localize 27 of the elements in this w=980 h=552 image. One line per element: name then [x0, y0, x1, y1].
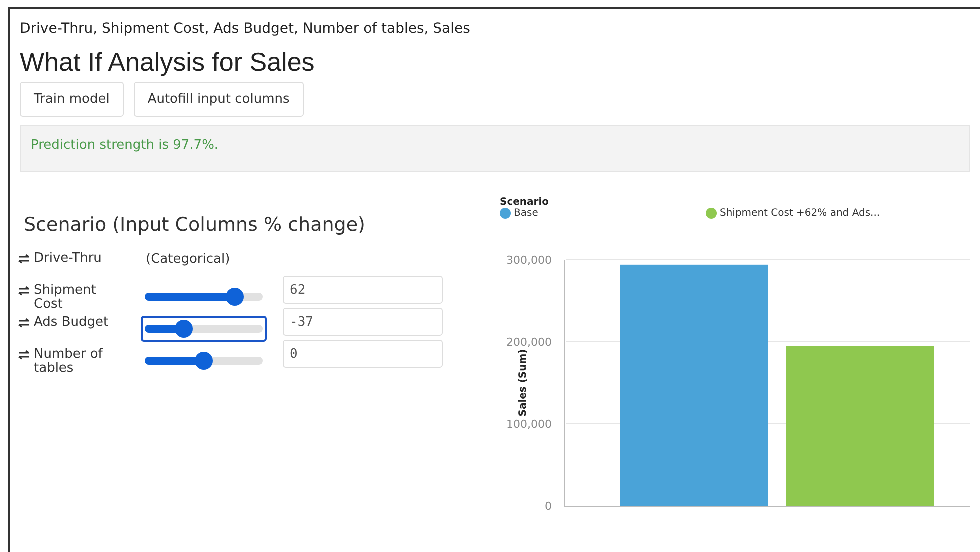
- columns-line: Drive-Thru, Shipment Cost, Ads Budget, Number of tables, Sales: [20, 21, 472, 37]
- column-label: Number of tables: [34, 348, 104, 376]
- y-axis-title: Sales (Sum): [518, 349, 529, 417]
- page-title: What If Analysis for Sales: [20, 47, 316, 78]
- axis-tick-label: 100,000: [506, 418, 552, 431]
- column-label: Shipment Cost: [34, 284, 98, 312]
- swap-icon: [18, 254, 30, 264]
- swap-icon: [18, 318, 30, 328]
- legend-title: Scenario: [500, 197, 550, 208]
- action-button[interactable]: Train model: [20, 82, 124, 117]
- prediction-message: Prediction strength is 97.7%.: [20, 125, 970, 172]
- column-label: Drive-Thru: [34, 252, 102, 266]
- swap-icon: [18, 350, 30, 360]
- axis-tick-label: 0: [545, 500, 552, 513]
- percent-input[interactable]: -37: [283, 308, 443, 336]
- scenario-title: Scenario (Input Columns % change): [24, 214, 366, 236]
- action-button[interactable]: Autofill input columns: [134, 82, 304, 117]
- legend-label: Shipment Cost +62% and Ads...: [720, 208, 880, 219]
- column-label: Ads Budget: [34, 316, 109, 330]
- legend-label: Base: [514, 208, 538, 219]
- axis-tick-label: 200,000: [506, 336, 552, 349]
- percent-input[interactable]: 62: [283, 276, 443, 304]
- percent-slider[interactable]: [141, 316, 267, 342]
- categorical-note: (Categorical): [146, 252, 230, 267]
- swap-icon: [18, 286, 30, 296]
- percent-input[interactable]: 0: [283, 340, 443, 368]
- axis-tick-label: 300,000: [506, 254, 552, 267]
